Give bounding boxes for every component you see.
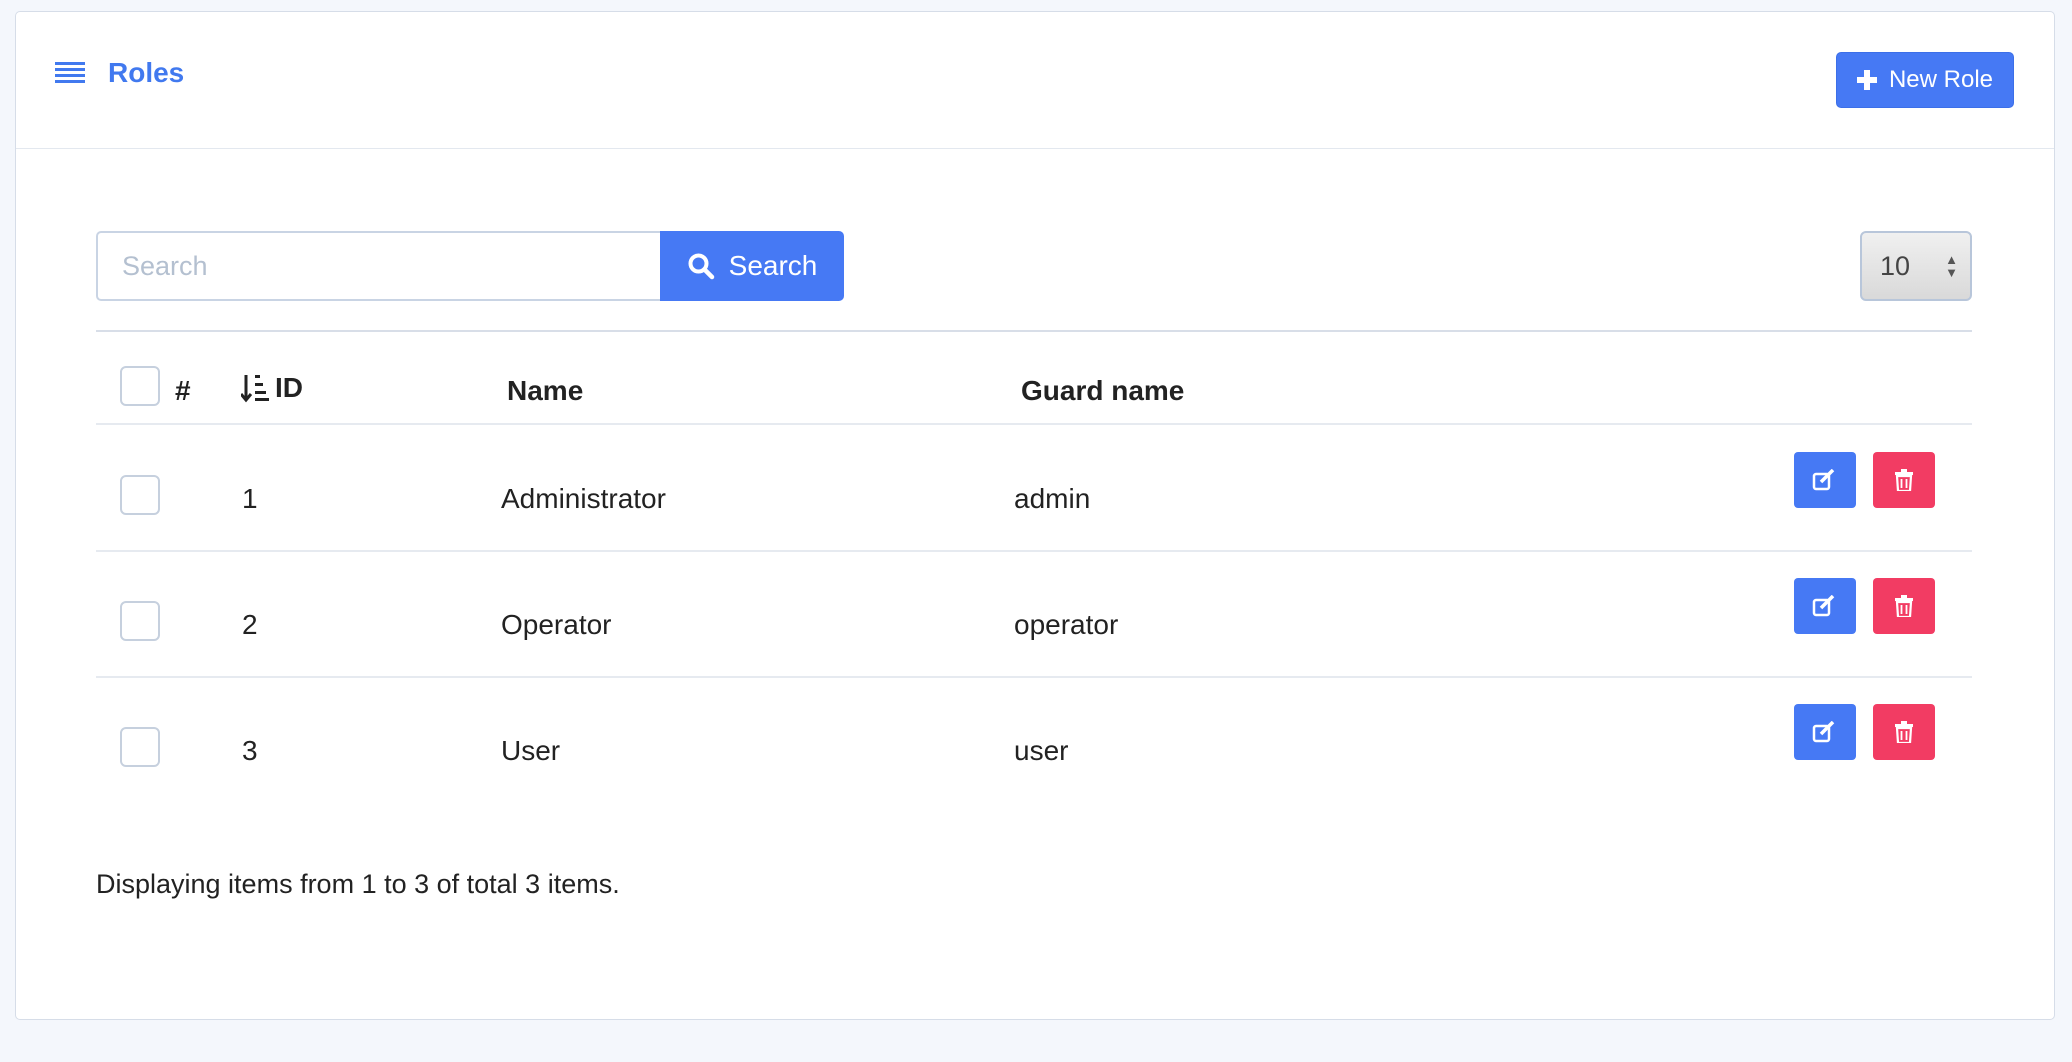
search-icon: [688, 253, 714, 280]
cell-name: Administrator: [501, 483, 666, 514]
list-icon: [55, 62, 85, 83]
row-checkbox[interactable]: [120, 727, 160, 767]
cell-name: User: [501, 735, 561, 766]
row-divider: [96, 550, 1972, 552]
cell-guard-name: admin: [1014, 483, 1091, 514]
roles-card: Roles New Role Search 10 ▲▼ #: [15, 11, 2055, 1020]
trash-icon: [1895, 721, 1913, 743]
column-header-guard-name: Guard name: [1021, 375, 1185, 406]
trash-icon: [1895, 595, 1913, 617]
cell-guard-name: user: [1014, 735, 1069, 766]
row-divider: [96, 423, 1972, 425]
column-header-name: Name: [507, 375, 584, 406]
cell-id: 1: [242, 483, 258, 514]
edit-button[interactable]: [1794, 452, 1856, 508]
page-title: Roles: [108, 57, 185, 88]
pagination-summary: Displaying items from 1 to 3 of total 3 …: [96, 869, 620, 899]
cell-name: Operator: [501, 609, 612, 640]
edit-icon: [1812, 721, 1835, 743]
delete-button[interactable]: [1873, 578, 1935, 634]
trash-icon: [1895, 469, 1913, 491]
search-input[interactable]: [96, 231, 660, 301]
sort-ascending-icon: [241, 375, 269, 403]
table-top-border: [96, 330, 1972, 332]
page-size-select[interactable]: 10 ▲ ▼: [1860, 231, 1972, 301]
cell-guard-name: operator: [1014, 609, 1119, 640]
row-divider: [96, 676, 1972, 678]
plus-icon: [1856, 70, 1877, 90]
edit-button[interactable]: [1794, 704, 1856, 760]
select-arrows-icon: ▲ ▼: [1945, 252, 1958, 280]
new-role-label: New Role: [1888, 66, 1994, 93]
search-button-label: Search: [728, 250, 818, 281]
row-checkbox[interactable]: [120, 601, 160, 641]
edit-button[interactable]: [1794, 578, 1856, 634]
edit-icon: [1812, 595, 1835, 617]
delete-button[interactable]: [1873, 704, 1935, 760]
delete-button[interactable]: [1873, 452, 1935, 508]
page-size-value: 10: [1880, 250, 1911, 281]
new-role-button[interactable]: New Role: [1836, 52, 2014, 108]
column-header-id[interactable]: ID: [241, 372, 303, 404]
card-header: Roles New Role: [16, 12, 2054, 149]
column-header-id-label: ID: [275, 372, 303, 403]
cell-id: 3: [242, 735, 258, 766]
search-button[interactable]: Search: [660, 231, 844, 301]
cell-id: 2: [242, 609, 258, 640]
edit-icon: [1812, 469, 1835, 491]
select-all-checkbox[interactable]: [120, 366, 160, 406]
column-header-hash: #: [175, 375, 191, 406]
row-checkbox[interactable]: [120, 475, 160, 515]
